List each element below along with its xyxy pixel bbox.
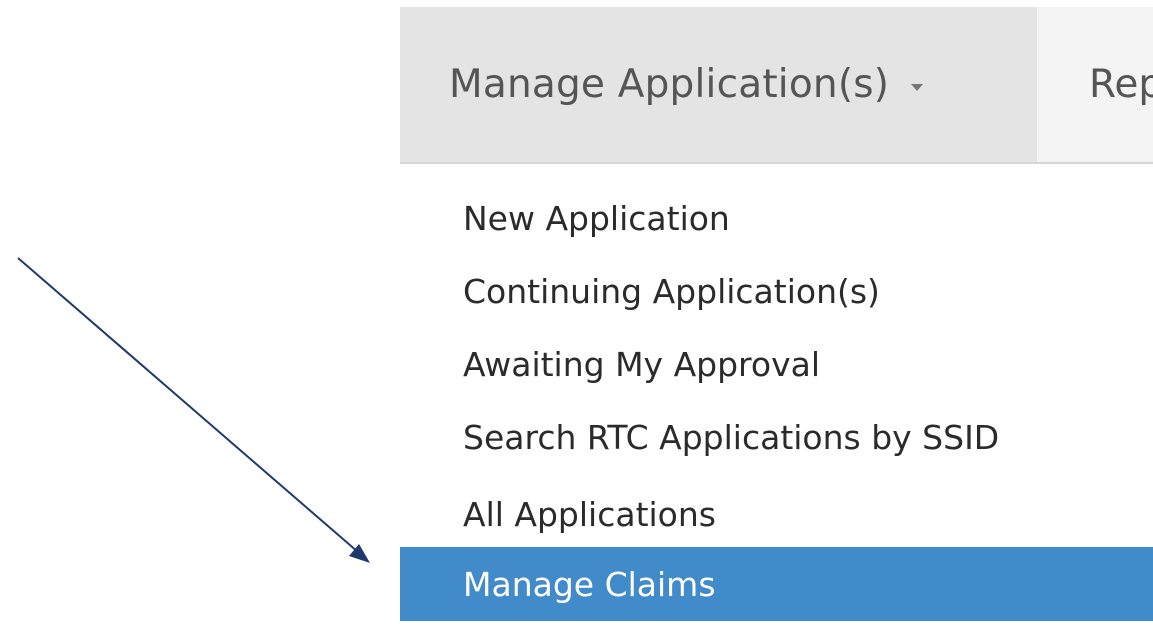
nav-tab-reports[interactable]: Rep [1089, 7, 1153, 162]
arrow-head [349, 544, 370, 563]
menu-item-label: Manage Claims [463, 564, 716, 604]
menu-item-label: Continuing Application(s) [463, 271, 880, 311]
nav-tab-label: Manage Application(s) [449, 62, 890, 107]
arrow-shaft [17, 257, 359, 553]
menu-item-label: All Applications [463, 494, 716, 534]
menu-item-all-applications[interactable]: All Applications [400, 486, 1153, 542]
manage-applications-dropdown: New Application Continuing Application(s… [400, 164, 1153, 621]
top-navbar: Manage Application(s) Rep [400, 7, 1153, 164]
menu-item-awaiting-my-approval[interactable]: Awaiting My Approval [400, 336, 1153, 392]
menu-item-continuing-applications[interactable]: Continuing Application(s) [400, 263, 1153, 319]
menu-item-label: Awaiting My Approval [463, 344, 820, 384]
menu-item-label: New Application [463, 198, 730, 238]
menu-item-new-application[interactable]: New Application [400, 190, 1153, 246]
menu-item-search-rtc-applications[interactable]: Search RTC Applications by SSID [400, 409, 1153, 465]
menu-item-label: Search RTC Applications by SSID [463, 417, 1000, 457]
nav-tab-manage-applications[interactable]: Manage Application(s) [400, 7, 1037, 162]
nav-tab-reports-label: Rep [1089, 62, 1153, 107]
menu-item-manage-claims[interactable]: Manage Claims [400, 547, 1153, 621]
caret-down-icon [911, 84, 924, 91]
